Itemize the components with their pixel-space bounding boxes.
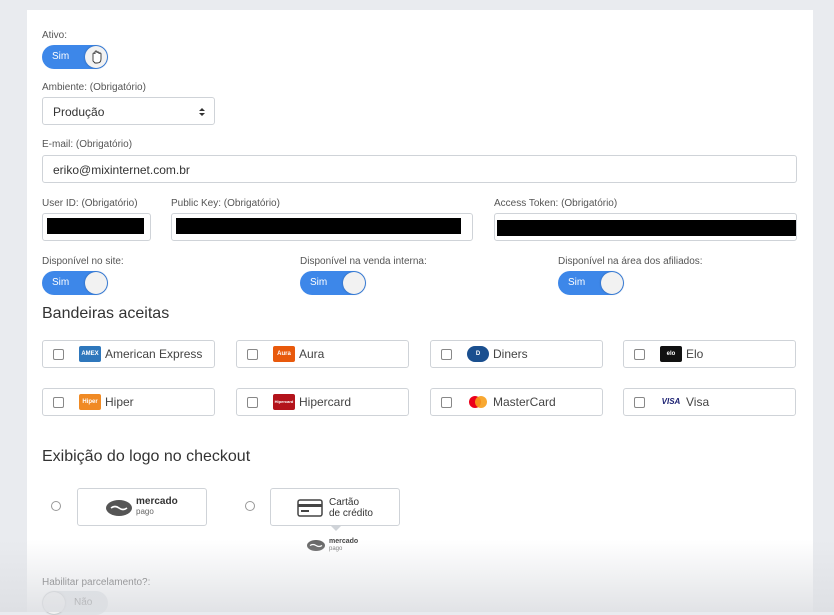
redacted-block <box>176 218 461 234</box>
public-key-field[interactable] <box>171 213 473 241</box>
redacted-block <box>497 220 796 236</box>
card-name: Hiper <box>105 395 134 409</box>
mercadopago-small-icon <box>307 540 325 551</box>
de-credito-text: de crédito <box>329 508 373 519</box>
hipercard-icon: Hipercard <box>273 394 295 410</box>
user-id-label: User ID: (Obrigatório) <box>42 198 138 209</box>
checkbox[interactable] <box>53 349 64 360</box>
visa-icon: VISA <box>660 394 682 410</box>
card-option-hipercard[interactable]: Hipercard Hipercard <box>236 388 409 416</box>
checkbox[interactable] <box>634 349 645 360</box>
toggle-knob <box>43 592 65 614</box>
credit-card-icon <box>297 499 323 517</box>
card-option-elo[interactable]: elo Elo <box>623 340 796 368</box>
card-option-mastercard[interactable]: MasterCard <box>430 388 603 416</box>
disponivel-venda-label: Disponível na venda interna: <box>300 256 427 267</box>
redacted-block <box>47 218 144 234</box>
disponivel-afiliados-label: Disponível na área dos afiliados: <box>558 256 703 267</box>
cartao-text: Cartão <box>329 497 360 508</box>
amex-icon: AMEX <box>79 346 101 362</box>
disponivel-venda-toggle[interactable]: Sim <box>300 271 366 295</box>
toggle-knob <box>343 272 365 294</box>
parcelamento-toggle[interactable]: Não <box>42 591 108 615</box>
diners-icon: D <box>467 346 489 362</box>
disponivel-site-toggle[interactable]: Sim <box>42 271 108 295</box>
disponivel-site-label: Disponível no site: <box>42 256 124 267</box>
pago-logo-text: pago <box>136 507 154 516</box>
logo-radio-mercado[interactable] <box>51 501 61 511</box>
card-option-diners[interactable]: D Diners <box>430 340 603 368</box>
mastercard-icon <box>467 394 489 410</box>
checkbox[interactable] <box>441 397 452 408</box>
select-arrows-icon <box>199 108 205 116</box>
ativo-label: Ativo: <box>42 30 68 41</box>
disponivel-afiliados-toggle[interactable]: Sim <box>558 271 624 295</box>
card-option-amex[interactable]: AMEX American Express <box>42 340 215 368</box>
logo-section-title: Exibição do logo no checkout <box>42 448 251 465</box>
checkbox[interactable] <box>247 349 258 360</box>
ambiente-label: Ambiente: (Obrigatório) <box>42 82 146 93</box>
access-token-label: Access Token: (Obrigatório) <box>494 198 618 209</box>
ativo-toggle-text: Sim <box>52 51 70 62</box>
card-option-hiper[interactable]: Hiper Hiper <box>42 388 215 416</box>
card-name: American Express <box>105 347 203 361</box>
checkbox[interactable] <box>53 397 64 408</box>
elo-icon: elo <box>660 346 682 362</box>
toggle-text: Sim <box>568 277 586 288</box>
toggle-knob <box>601 272 623 294</box>
aura-icon: Aura <box>273 346 295 362</box>
toggle-knob <box>85 272 107 294</box>
mercadopago-icon <box>106 500 132 516</box>
small-pago-text: pago <box>329 546 343 552</box>
email-label: E-mail: (Obrigatório) <box>42 139 133 150</box>
toggle-text: Sim <box>310 277 328 288</box>
checkbox[interactable] <box>441 349 452 360</box>
email-value: eriko@mixinternet.com.br <box>53 163 190 177</box>
checkbox[interactable] <box>247 397 258 408</box>
small-mercado-text: mercado <box>329 538 359 545</box>
card-option-aura[interactable]: Aura Aura <box>236 340 409 368</box>
access-token-field[interactable] <box>494 213 797 241</box>
card-name: Aura <box>299 347 325 361</box>
card-name: Elo <box>686 347 704 361</box>
toggle-text: Não <box>74 597 93 608</box>
logo-option-cartao-credito[interactable]: Cartão de crédito <box>270 488 400 526</box>
card-name: MasterCard <box>493 395 556 409</box>
logo-option-mercadopago[interactable]: mercado pago <box>77 488 207 526</box>
toggle-knob <box>85 46 107 68</box>
card-name: Hipercard <box>299 395 352 409</box>
tooltip-arrow <box>330 525 342 531</box>
card-option-visa[interactable]: VISA Visa <box>623 388 796 416</box>
public-key-label: Public Key: (Obrigatório) <box>171 198 280 209</box>
card-name: Visa <box>686 395 710 409</box>
ambiente-value: Produção <box>53 105 105 119</box>
mercado-logo-text: mercado <box>136 496 178 507</box>
email-field[interactable]: eriko@mixinternet.com.br <box>42 155 797 183</box>
user-id-field[interactable] <box>42 213 151 241</box>
card-name: Diners <box>493 347 528 361</box>
ativo-toggle[interactable]: Sim <box>42 45 108 69</box>
ambiente-select[interactable]: Produção <box>42 97 215 125</box>
toggle-text: Sim <box>52 277 70 288</box>
parcelamento-label: Habilitar parcelamento?: <box>42 577 151 588</box>
bandeiras-title: Bandeiras aceitas <box>42 305 170 322</box>
logo-radio-cartao[interactable] <box>245 501 255 511</box>
checkbox[interactable] <box>634 397 645 408</box>
hiper-icon: Hiper <box>79 394 101 410</box>
hand-cursor-icon <box>92 50 102 64</box>
